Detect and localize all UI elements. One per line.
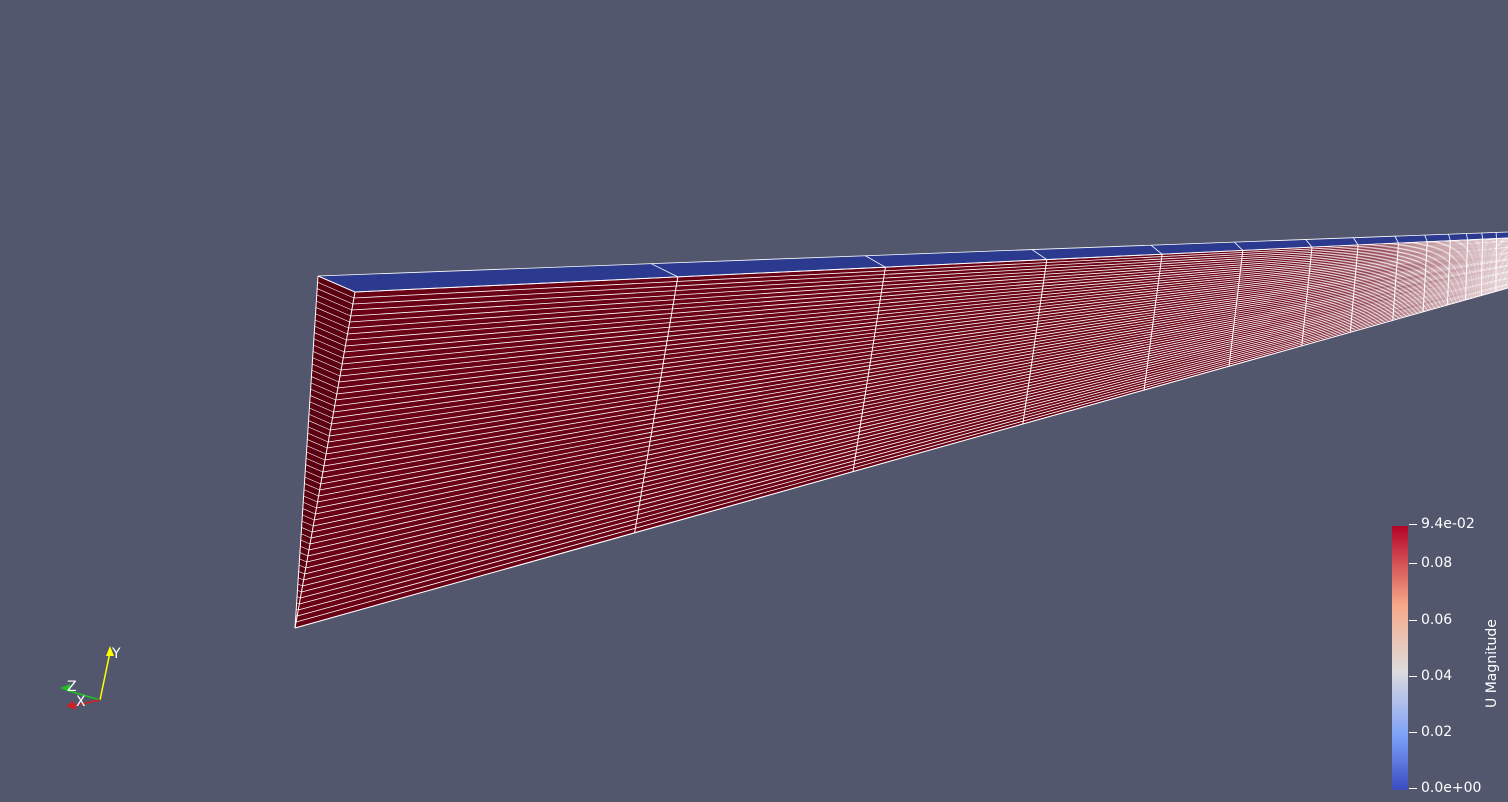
y-axis-line (99, 651, 111, 701)
colorbar-tick: 0.04 (1408, 668, 1453, 684)
render-viewport[interactable]: Y Z X (0, 0, 1508, 802)
colorbar-gradient (1392, 526, 1408, 790)
mesh-line (1495, 238, 1497, 292)
colorbar-tick: 0.08 (1408, 555, 1453, 571)
colorbar-title: U Magnitude (1484, 619, 1500, 708)
colorbar-max-label: 9.4e-02 (1409, 516, 1475, 532)
colorbar-tick: 0.06 (1408, 612, 1453, 628)
orientation-axes: Y Z X (60, 646, 121, 710)
z-axis-label: Z (67, 679, 77, 695)
colorbar-tick: 0.02 (1408, 724, 1453, 740)
x-axis-label: X (76, 694, 86, 710)
colorbar-min-label: 0.0e+00 (1408, 780, 1482, 796)
x-axis-arrow-icon (66, 701, 76, 710)
y-axis-label: Y (111, 646, 121, 662)
